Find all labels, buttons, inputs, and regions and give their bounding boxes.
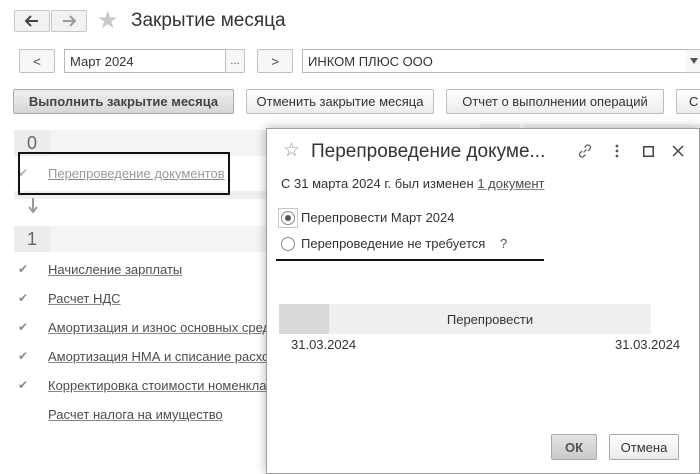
help-icon[interactable]: ?: [500, 236, 507, 251]
cancel-button[interactable]: Отмена: [609, 434, 679, 460]
double-check-icon: ✔: [18, 291, 29, 305]
operation-link[interactable]: Начисление зарплаты: [48, 262, 182, 277]
organization-field[interactable]: ИНКОМ ПЛЮС ООО: [302, 49, 692, 73]
table-header-repost[interactable]: Перепровести: [329, 304, 651, 334]
ok-button[interactable]: ОК: [551, 434, 597, 460]
changed-documents-link[interactable]: 1 документ: [477, 176, 544, 191]
check-icon: ✔: [18, 378, 29, 392]
underline-mark: [276, 259, 544, 261]
back-button[interactable]: [14, 10, 50, 32]
operation-row[interactable]: Расчет налога на имущество: [18, 404, 223, 424]
link-icon[interactable]: [575, 141, 595, 161]
operation-link[interactable]: Корректировка стоимости номенклатуры: [48, 378, 295, 393]
page-title: Закрытие месяца: [131, 10, 286, 31]
operation-row[interactable]: ✔ Корректировка стоимости номенклатуры: [18, 375, 295, 395]
operations-report-button[interactable]: Отчет о выполнении операций: [446, 89, 664, 114]
repost-option-label[interactable]: Перепровести Март 2024: [301, 210, 455, 225]
stage-header: [14, 226, 266, 252]
operation-row[interactable]: ✔ Амортизация и износ основных средств: [18, 317, 289, 337]
organization-dropdown-button[interactable]: [686, 49, 700, 73]
chevron-down-icon: [689, 58, 698, 64]
more-vertical-icon[interactable]: [607, 141, 627, 161]
change-info-text: С 31 марта 2024 г. был изменен: [281, 176, 474, 191]
operation-row[interactable]: ✔ Расчет НДС: [18, 288, 121, 308]
no-repost-option-label[interactable]: Перепроведение не требуется: [301, 236, 485, 251]
table-cell-to-date[interactable]: 31.03.2024: [615, 337, 680, 352]
operation-link[interactable]: Амортизация и износ основных средств: [48, 320, 289, 335]
operation-link[interactable]: Расчет налога на имущество: [48, 407, 223, 422]
star-icon[interactable]: ☆: [283, 141, 300, 160]
more-button[interactable]: С: [676, 89, 700, 114]
prev-period-button[interactable]: <: [19, 49, 55, 73]
change-info: С 31 марта 2024 г. был изменен 1 докумен…: [281, 176, 545, 191]
double-check-icon: ✔: [18, 262, 29, 276]
forward-button[interactable]: [51, 10, 87, 32]
arrow-down-icon: [28, 198, 38, 217]
arrow-right-icon: [63, 15, 76, 27]
table-cell-from-date[interactable]: 31.03.2024: [291, 337, 356, 352]
radio-focus-frame: [278, 208, 298, 228]
operation-link[interactable]: Расчет НДС: [48, 291, 121, 306]
run-close-button[interactable]: Выполнить закрытие месяца: [13, 89, 234, 114]
cancel-close-button[interactable]: Отменить закрытие месяца: [246, 89, 434, 114]
arrow-left-icon: [25, 15, 38, 27]
close-icon[interactable]: [668, 141, 688, 161]
operation-row[interactable]: ✔ Амортизация НМА и списание расходов: [18, 346, 291, 366]
check-icon: ✔: [18, 320, 29, 334]
next-period-button[interactable]: >: [257, 49, 293, 73]
operation-link[interactable]: Амортизация НМА и списание расходов: [48, 349, 291, 364]
operation-row[interactable]: ✔ Начисление зарплаты: [18, 259, 182, 279]
no-repost-radio[interactable]: [281, 237, 295, 251]
maximize-icon[interactable]: [638, 141, 658, 161]
highlight-frame: [18, 152, 230, 195]
star-icon[interactable]: ★: [97, 9, 119, 33]
dialog-title: Перепроведение докуме...: [311, 141, 546, 162]
choose-period-button[interactable]: ...: [225, 49, 245, 73]
stage-number: 1: [14, 226, 50, 252]
period-field[interactable]: Март 2024: [64, 49, 226, 73]
table-corner[interactable]: [279, 304, 329, 334]
repost-documents-dialog: ☆ Перепроведение докуме... С 31 марта 20…: [266, 128, 700, 474]
check-icon: ✔: [18, 349, 29, 363]
